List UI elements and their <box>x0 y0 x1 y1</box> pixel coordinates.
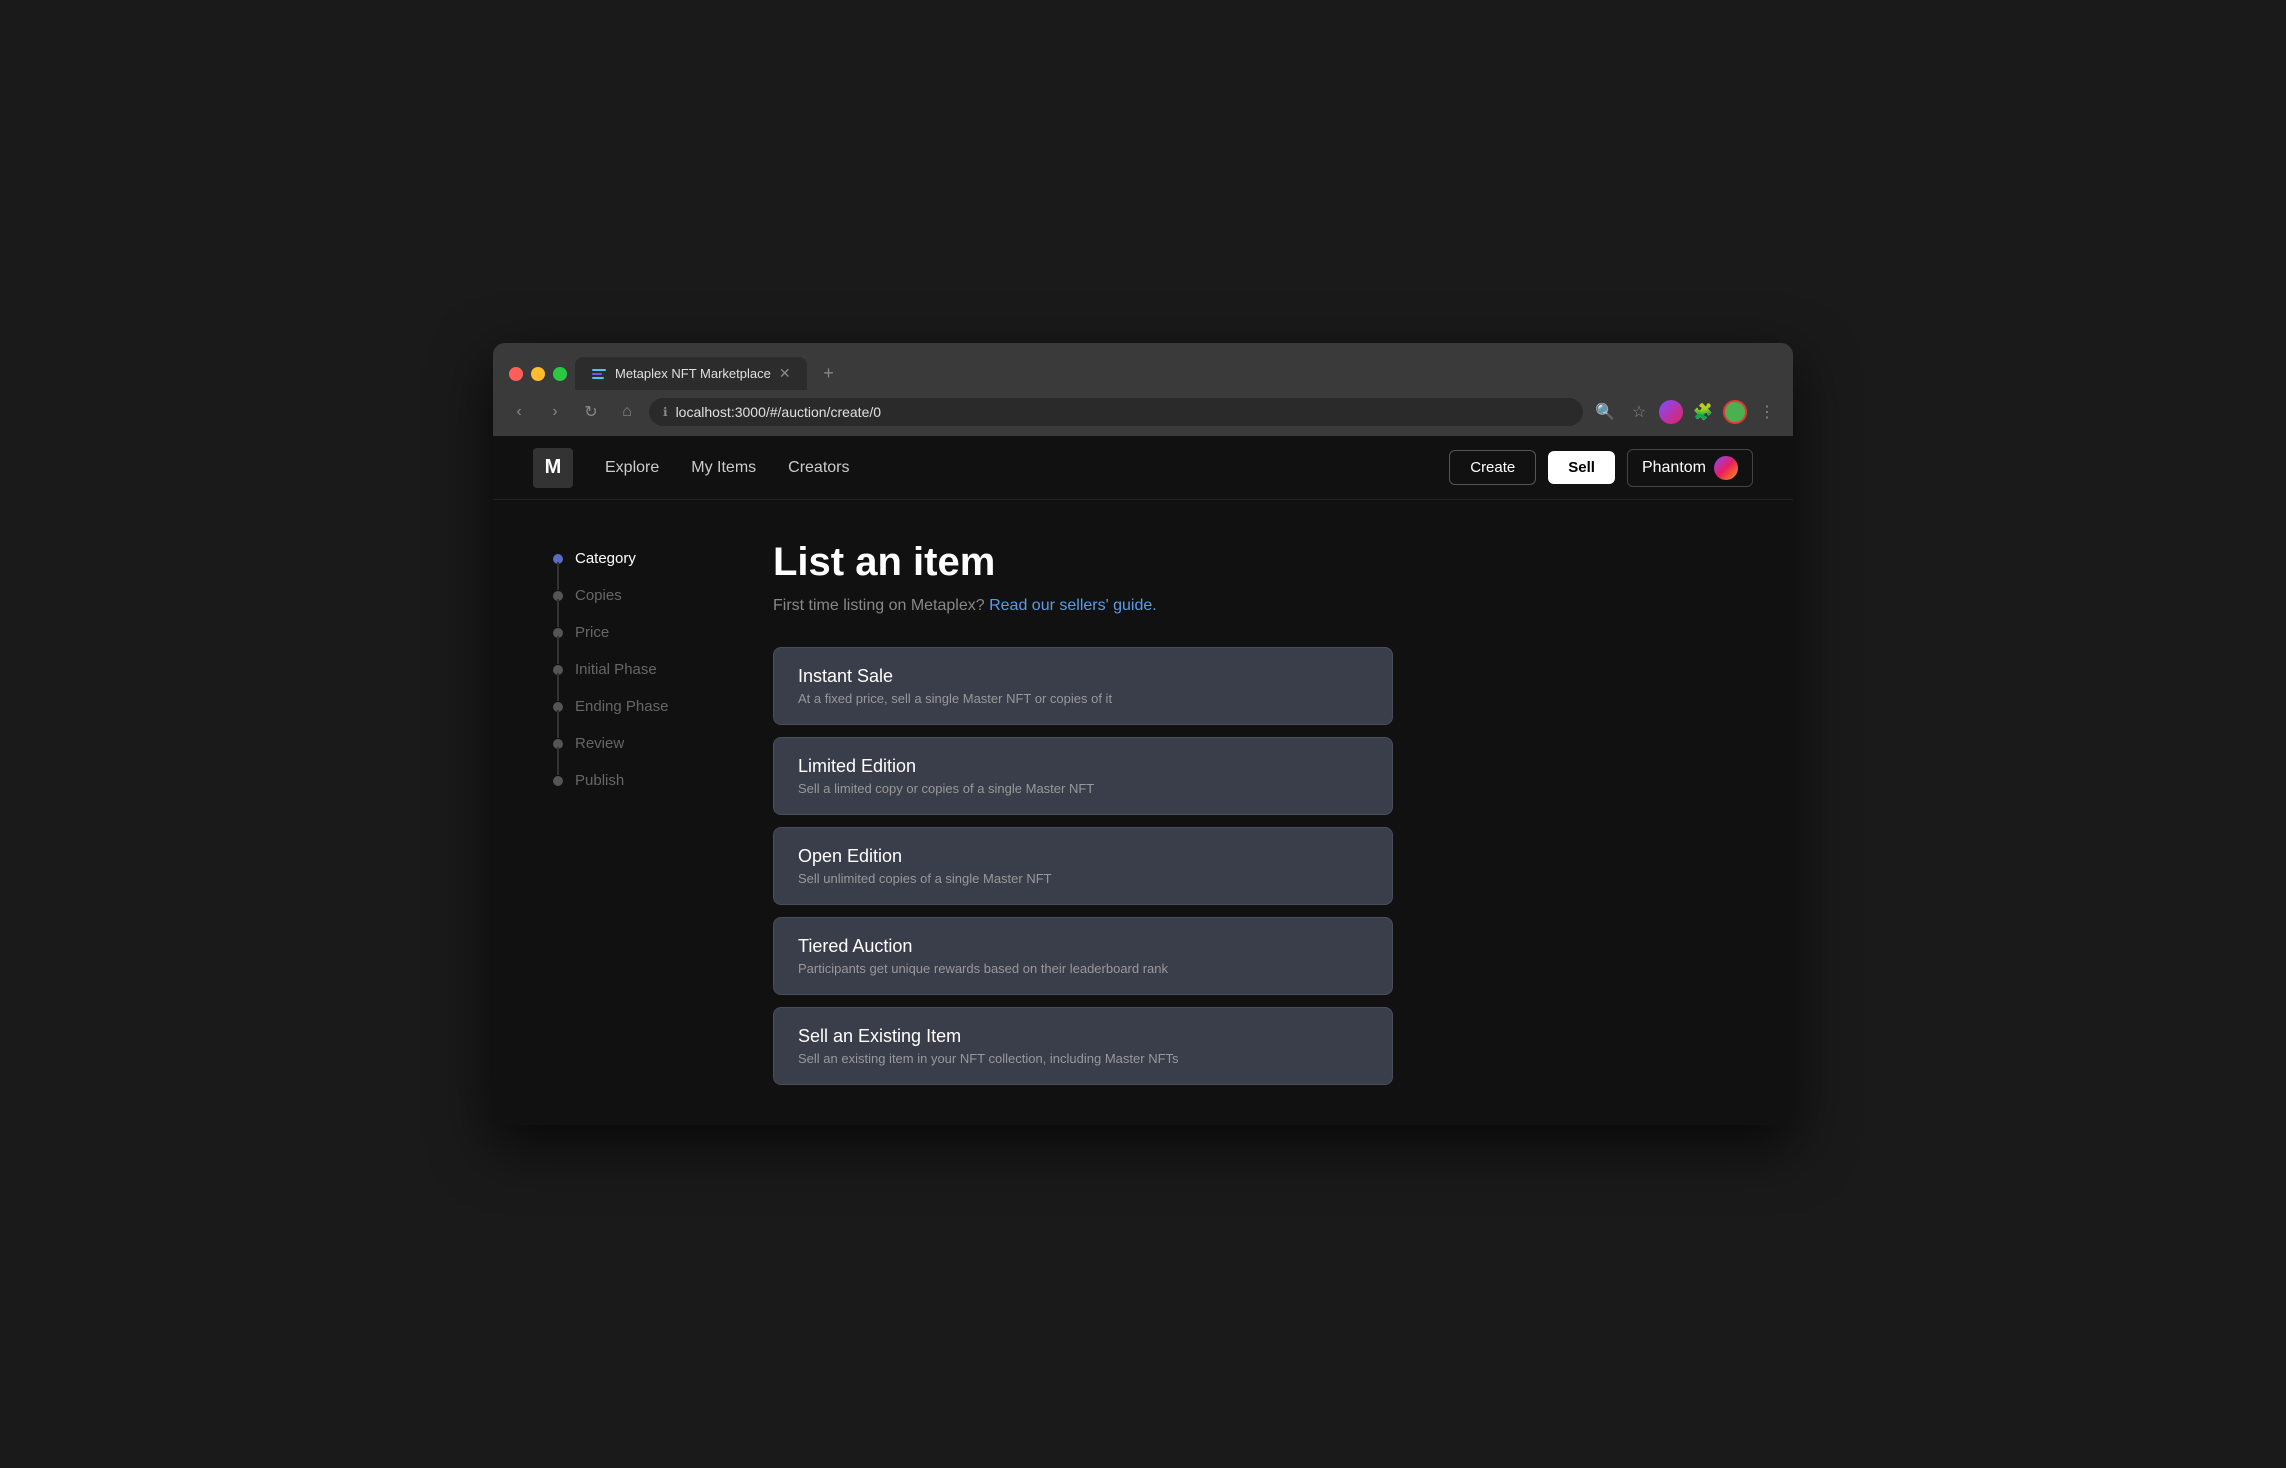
active-tab[interactable]: Metaplex NFT Marketplace ✕ <box>575 357 807 390</box>
category-desc-limited-edition: Sell a limited copy or copies of a singl… <box>798 781 1368 796</box>
back-button[interactable]: ‹ <box>505 398 533 426</box>
new-tab-button[interactable]: + <box>815 360 843 388</box>
nav-right: Create Sell Phantom <box>1449 449 1753 487</box>
tab-close-icon[interactable]: ✕ <box>779 365 791 382</box>
sidebar-label-initial-phase: Initial Phase <box>575 661 657 678</box>
category-card-limited-edition[interactable]: Limited Edition Sell a limited copy or c… <box>773 737 1393 815</box>
tab-title: Metaplex NFT Marketplace <box>615 366 771 381</box>
url-text: localhost:3000/#/auction/create/0 <box>676 404 1569 420</box>
window-controls <box>509 367 567 381</box>
browser-window: Metaplex NFT Marketplace ✕ + ‹ › ↻ ⌂ ℹ l… <box>493 343 1793 1125</box>
sidebar-item-ending-phase[interactable]: Ending Phase <box>553 688 713 725</box>
content-area: List an item First time listing on Metap… <box>773 540 1733 1085</box>
minimize-button[interactable] <box>531 367 545 381</box>
sidebar-label-ending-phase: Ending Phase <box>575 698 668 715</box>
browser-actions: 🔍 ☆ 🧩 ⋮ <box>1591 398 1781 426</box>
browser-search-icon[interactable]: 🔍 <box>1591 398 1619 426</box>
sidebar-item-price[interactable]: Price <box>553 614 713 651</box>
home-button[interactable]: ⌂ <box>613 398 641 426</box>
profile-avatar[interactable] <box>1659 400 1683 424</box>
more-options-icon[interactable]: ⋮ <box>1753 398 1781 426</box>
sell-button[interactable]: Sell <box>1548 451 1615 484</box>
nav-creators[interactable]: Creators <box>788 459 849 477</box>
category-title-sell-existing: Sell an Existing Item <box>798 1026 1368 1047</box>
browser-titlebar: Metaplex NFT Marketplace ✕ + <box>493 343 1793 390</box>
category-desc-tiered-auction: Participants get unique rewards based on… <box>798 961 1368 976</box>
sidebar-item-review[interactable]: Review <box>553 725 713 762</box>
nav-left: M Explore My Items Creators <box>533 448 850 488</box>
tab-favicon <box>591 366 607 382</box>
lock-icon: ℹ <box>663 405 668 419</box>
sidebar-label-category: Category <box>575 550 636 567</box>
browser-nav: ‹ › ↻ ⌂ ℹ localhost:3000/#/auction/creat… <box>493 390 1793 436</box>
sidebar-item-copies[interactable]: Copies <box>553 577 713 614</box>
sellers-guide-link[interactable]: Read our sellers' guide. <box>989 597 1157 614</box>
nav-my-items[interactable]: My Items <box>691 459 756 477</box>
category-card-instant-sale[interactable]: Instant Sale At a fixed price, sell a si… <box>773 647 1393 725</box>
phantom-label: Phantom <box>1642 459 1706 477</box>
sidebar-label-copies: Copies <box>575 587 622 604</box>
category-desc-sell-existing: Sell an existing item in your NFT collec… <box>798 1051 1368 1066</box>
sidebar-item-initial-phase[interactable]: Initial Phase <box>553 651 713 688</box>
sidebar-label-review: Review <box>575 735 624 752</box>
sidebar-dot-publish <box>553 776 563 786</box>
refresh-button[interactable]: ↻ <box>577 398 605 426</box>
sidebar-item-publish[interactable]: Publish <box>553 762 713 799</box>
category-title-instant-sale: Instant Sale <box>798 666 1368 687</box>
logo[interactable]: M <box>533 448 573 488</box>
sidebar-label-price: Price <box>575 624 609 641</box>
extensions-icon[interactable]: 🧩 <box>1689 398 1717 426</box>
phantom-avatar <box>1714 456 1738 480</box>
category-desc-instant-sale: At a fixed price, sell a single Master N… <box>798 691 1368 706</box>
bookmark-icon[interactable]: ☆ <box>1625 398 1653 426</box>
category-desc-open-edition: Sell unlimited copies of a single Master… <box>798 871 1368 886</box>
category-list: Instant Sale At a fixed price, sell a si… <box>773 647 1393 1085</box>
category-title-tiered-auction: Tiered Auction <box>798 936 1368 957</box>
sidebar: Category Copies Price Initial Phase <box>553 540 713 1085</box>
secondary-avatar[interactable] <box>1723 400 1747 424</box>
category-card-sell-existing[interactable]: Sell an Existing Item Sell an existing i… <box>773 1007 1393 1085</box>
address-bar[interactable]: ℹ localhost:3000/#/auction/create/0 <box>649 398 1583 426</box>
subtitle-text: First time listing on Metaplex? <box>773 597 985 614</box>
phantom-wallet-button[interactable]: Phantom <box>1627 449 1753 487</box>
category-title-open-edition: Open Edition <box>798 846 1368 867</box>
nav-explore[interactable]: Explore <box>605 459 659 477</box>
sidebar-label-publish: Publish <box>575 772 624 789</box>
main-layout: Category Copies Price Initial Phase <box>493 500 1793 1125</box>
category-title-limited-edition: Limited Edition <box>798 756 1368 777</box>
create-button[interactable]: Create <box>1449 450 1536 485</box>
sidebar-item-category[interactable]: Category <box>553 540 713 577</box>
forward-button[interactable]: › <box>541 398 569 426</box>
maximize-button[interactable] <box>553 367 567 381</box>
top-nav: M Explore My Items Creators Create Sell … <box>493 436 1793 500</box>
app-content: M Explore My Items Creators Create Sell … <box>493 436 1793 1125</box>
page-subtitle: First time listing on Metaplex? Read our… <box>773 597 1733 615</box>
tab-row: Metaplex NFT Marketplace ✕ + <box>509 357 1777 390</box>
close-button[interactable] <box>509 367 523 381</box>
category-card-tiered-auction[interactable]: Tiered Auction Participants get unique r… <box>773 917 1393 995</box>
page-title: List an item <box>773 540 1733 585</box>
category-card-open-edition[interactable]: Open Edition Sell unlimited copies of a … <box>773 827 1393 905</box>
